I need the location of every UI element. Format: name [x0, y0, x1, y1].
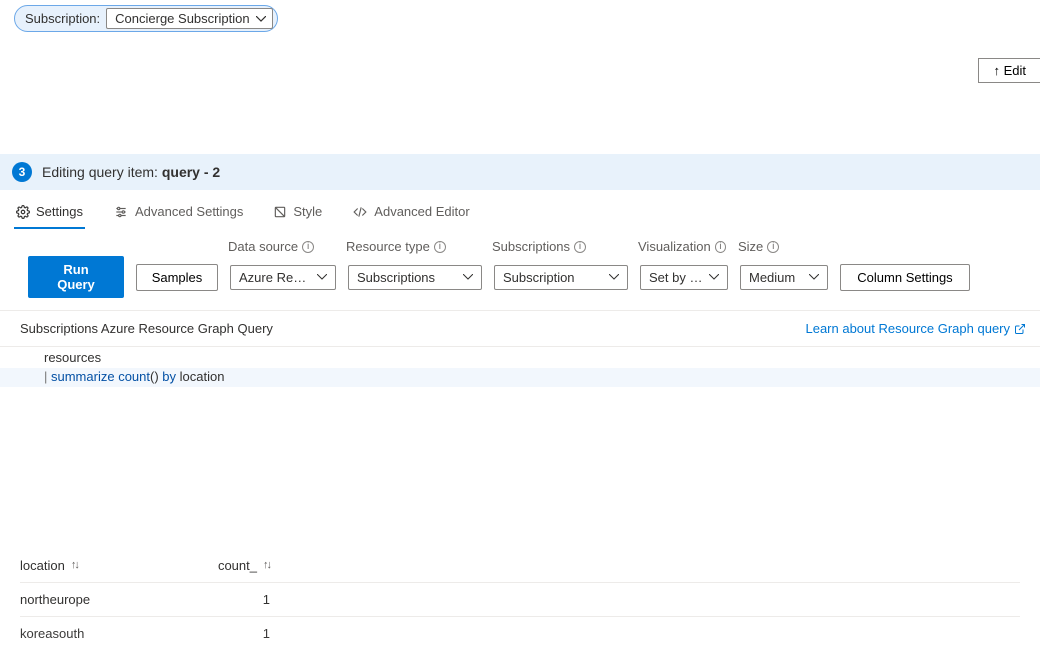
info-icon[interactable]: i: [715, 241, 726, 253]
chevron-down-icon: [463, 274, 473, 280]
query-type-label: Subscriptions Azure Resource Graph Query: [20, 321, 273, 336]
query-panel-header: 3 Editing query item: query - 2: [0, 154, 1040, 190]
data-source-dropdown[interactable]: Azure Reso…: [230, 265, 336, 290]
editor-line: resources: [0, 349, 1040, 368]
edit-button[interactable]: ↑ Edit: [978, 58, 1040, 83]
label-subscriptions: Subscriptions i: [492, 239, 626, 254]
label-resource-type: Resource type i: [346, 239, 480, 254]
tab-settings[interactable]: Settings: [14, 198, 85, 229]
toolbar-controls: Run Query Samples Azure Reso… Subscripti…: [28, 256, 1026, 298]
panel-title-name: query - 2: [162, 164, 220, 180]
subscription-pill: Subscription: Concierge Subscription: [14, 5, 278, 32]
label-data-source: Data source i: [228, 239, 334, 254]
column-header-count[interactable]: count_↑↓: [190, 558, 270, 573]
subscriptions-dropdown[interactable]: Subscription: [494, 265, 628, 290]
code-icon: [352, 205, 368, 219]
query-toolbar: Data source i Resource type i Subscripti…: [0, 229, 1040, 311]
subscription-label: Subscription:: [25, 11, 100, 26]
table-row[interactable]: northeurope 1: [20, 583, 1020, 617]
info-icon[interactable]: i: [767, 241, 779, 253]
info-icon[interactable]: i: [434, 241, 446, 253]
toolbar-labels: Data source i Resource type i Subscripti…: [228, 239, 1026, 254]
table-row[interactable]: koreasouth 1: [20, 617, 1020, 650]
info-icon[interactable]: i: [302, 241, 314, 253]
tab-style[interactable]: Style: [271, 198, 324, 229]
column-settings-button[interactable]: Column Settings: [840, 264, 970, 291]
size-dropdown[interactable]: Medium: [740, 265, 828, 290]
tab-label: Advanced Settings: [135, 204, 243, 219]
info-icon[interactable]: i: [574, 241, 586, 253]
tab-label: Settings: [36, 204, 83, 219]
visualization-dropdown[interactable]: Set by q…: [640, 265, 728, 290]
tab-label: Advanced Editor: [374, 204, 469, 219]
chevron-down-icon: [809, 274, 819, 280]
chevron-down-icon: [609, 274, 619, 280]
style-icon: [273, 205, 287, 219]
sliders-icon: [113, 205, 129, 219]
results-table: location↑↓ count_↑↓ northeurope 1 koreas…: [0, 549, 1040, 650]
learn-link[interactable]: Learn about Resource Graph query: [805, 321, 1026, 336]
chevron-down-icon: [709, 274, 719, 280]
editor-line: | summarize count() by location: [0, 368, 1040, 387]
tab-advanced-settings[interactable]: Advanced Settings: [111, 198, 245, 229]
step-badge: 3: [12, 162, 32, 182]
column-header-location[interactable]: location↑↓: [20, 558, 190, 573]
tab-advanced-editor[interactable]: Advanced Editor: [350, 198, 471, 229]
cell-count: 1: [190, 592, 270, 607]
gear-icon: [16, 205, 30, 219]
tabs: Settings Advanced Settings Style Advance…: [0, 190, 1040, 229]
run-query-button[interactable]: Run Query: [28, 256, 124, 298]
label-visualization: Visualization i: [638, 239, 726, 254]
samples-button[interactable]: Samples: [136, 264, 218, 291]
cell-location: koreasouth: [20, 626, 190, 641]
subscription-select[interactable]: Concierge Subscription: [106, 8, 273, 29]
editor-spacer: [0, 389, 1040, 549]
tab-label: Style: [293, 204, 322, 219]
query-subheader: Subscriptions Azure Resource Graph Query…: [0, 311, 1040, 347]
cell-count: 1: [190, 626, 270, 641]
table-header-row: location↑↓ count_↑↓: [20, 549, 1020, 583]
panel-title: Editing query item: query - 2: [42, 164, 220, 180]
external-link-icon: [1014, 323, 1026, 335]
chevron-down-icon: [317, 274, 327, 280]
label-size: Size i: [738, 239, 826, 254]
resource-type-dropdown[interactable]: Subscriptions: [348, 265, 482, 290]
cell-location: northeurope: [20, 592, 190, 607]
query-editor[interactable]: resources | summarize count() by locatio…: [0, 347, 1040, 389]
panel-title-prefix: Editing query item:: [42, 164, 162, 180]
